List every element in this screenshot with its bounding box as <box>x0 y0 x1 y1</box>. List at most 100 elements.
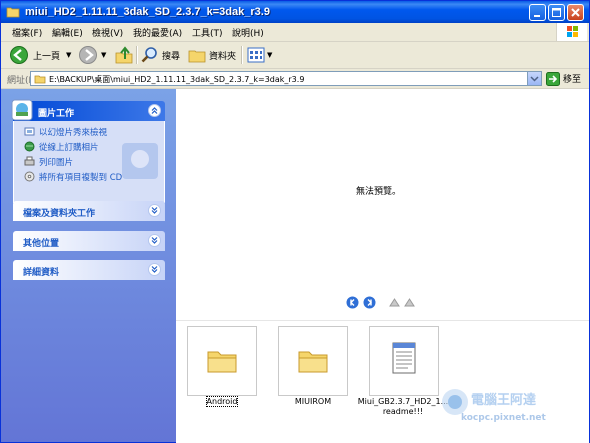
menu-view[interactable]: 檢視(V) <box>92 26 123 39</box>
cd-icon <box>24 171 35 182</box>
go-arrow-icon <box>546 71 560 86</box>
slideshow-label: 以幻燈片秀來檢視 <box>39 127 108 138</box>
details-header[interactable]: 詳細資料 <box>13 260 165 280</box>
address-dropdown-button[interactable] <box>527 72 541 85</box>
folder-icon <box>6 7 20 18</box>
watermark-line2: kocpc.pixnet.net <box>461 413 547 423</box>
file-label[interactable]: MIUIROM <box>278 397 348 407</box>
watermark-logo-graphic: 電腦王阿達 kocpc.pixnet.net <box>442 389 547 423</box>
expand-button[interactable] <box>148 204 161 217</box>
file-thumbnail[interactable] <box>278 326 348 396</box>
search-button[interactable]: 搜尋 <box>140 45 180 65</box>
file-name: MIUIROM <box>294 397 332 406</box>
chevron-down-icon <box>530 76 539 82</box>
menu-edit[interactable]: 編輯(E) <box>52 26 83 39</box>
go-label: 移至 <box>563 75 582 85</box>
forward-button[interactable]: ▼ <box>78 45 106 65</box>
chevron-down-icon <box>151 207 158 214</box>
order-prints-label: 從線上訂購相片 <box>39 142 99 153</box>
preview-controls <box>346 295 416 309</box>
views-button[interactable]: ▼ <box>246 45 272 65</box>
maximize-button[interactable] <box>548 4 565 21</box>
task-pane: 圖片工作 以幻燈片秀來檢視 從線上訂購相片 列印圖片 將所有項目複製到 CD 檔… <box>1 89 176 442</box>
expand-button[interactable] <box>148 263 161 276</box>
rotate-clockwise-icon[interactable] <box>388 296 401 309</box>
notepad-icon <box>392 342 416 374</box>
minimize-button[interactable] <box>529 4 546 21</box>
title-bar[interactable]: miui_HD2_1.11.11_3dak_SD_2.3.7_k=3dak_r3… <box>1 1 589 23</box>
slideshow-icon <box>24 127 35 136</box>
explorer-window: miui_HD2_1.11.11_3dak_SD_2.3.7_k=3dak_r3… <box>0 0 590 443</box>
chevron-down-icon <box>151 237 158 244</box>
other-places-header[interactable]: 其他位置 <box>13 231 165 251</box>
folders-icon <box>188 50 206 63</box>
globe-icon <box>24 141 35 152</box>
up-folder-icon <box>115 46 133 64</box>
other-places-title: 其他位置 <box>23 239 60 249</box>
folder-icon <box>207 351 237 373</box>
toolbar-separator <box>241 46 243 64</box>
back-button[interactable]: 上一頁 ▼ <box>9 45 71 65</box>
window-frame: miui_HD2_1.11.11_3dak_SD_2.3.7_k=3dak_r3… <box>0 0 590 443</box>
views-icon <box>247 47 265 63</box>
print-pictures-link[interactable]: 列印圖片 <box>24 155 73 168</box>
address-value: E:\BACKUP\桌面\miui_HD2_1.11.11_3dak_SD_2.… <box>49 75 305 84</box>
menu-file[interactable]: 檔案(F) <box>12 26 42 39</box>
filmstrip-preview: 無法預覽。 <box>176 89 589 319</box>
up-folder-button[interactable] <box>114 45 134 65</box>
watermark-picture-icon <box>122 143 158 179</box>
address-input[interactable]: E:\BACKUP\桌面\miui_HD2_1.11.11_3dak_SD_2.… <box>30 71 542 86</box>
picture-tasks-header[interactable]: 圖片工作 <box>11 99 165 121</box>
file-name-line2: readme!!! <box>382 407 424 416</box>
file-thumbnail[interactable] <box>187 326 257 396</box>
no-preview-message: 無法預覽。 <box>356 187 402 197</box>
filmstrip: Android MIUIROM Miui_GB2.3.7_HD2_1... re… <box>176 320 589 443</box>
expand-button[interactable] <box>148 234 161 247</box>
menu-tools[interactable]: 工具(T) <box>192 26 223 39</box>
rotate-counterclockwise-icon[interactable] <box>403 296 416 309</box>
picture-tasks-icon <box>11 99 33 121</box>
menu-favorites[interactable]: 我的最愛(A) <box>133 26 182 39</box>
windows-logo <box>556 23 587 41</box>
printer-icon <box>24 156 35 166</box>
previous-image-button[interactable] <box>346 296 359 309</box>
collapse-button[interactable] <box>148 104 161 117</box>
print-pictures-label: 列印圖片 <box>39 157 74 168</box>
file-label[interactable]: Android <box>187 396 257 407</box>
slideshow-link[interactable]: 以幻燈片秀來檢視 <box>24 125 107 138</box>
file-name: Android <box>205 396 239 407</box>
copy-to-cd-link[interactable]: 將所有項目複製到 CD <box>24 170 122 183</box>
minimize-icon <box>534 15 540 17</box>
forward-dropdown-icon[interactable]: ▼ <box>101 51 106 59</box>
watermark-logo: 電腦王阿達 kocpc.pixnet.net <box>439 380 569 433</box>
folders-label: 資料夾 <box>209 51 237 62</box>
copy-to-cd-label: 將所有項目複製到 CD <box>39 172 123 183</box>
next-image-button[interactable] <box>363 296 376 309</box>
back-label: 上一頁 <box>33 51 61 62</box>
file-label[interactable]: Miui_GB2.3.7_HD2_1... readme!!! <box>357 397 449 417</box>
windows-flag-icon <box>567 26 578 37</box>
go-button[interactable]: 移至 <box>546 71 581 86</box>
file-name: Miui_GB2.3.7_HD2_1... <box>357 397 449 406</box>
picture-tasks-title: 圖片工作 <box>38 109 75 119</box>
file-thumbnail[interactable] <box>369 326 439 396</box>
menu-help[interactable]: 說明(H) <box>232 26 264 39</box>
order-prints-link[interactable]: 從線上訂購相片 <box>24 140 99 153</box>
back-dropdown-icon[interactable]: ▼ <box>66 51 71 59</box>
views-dropdown-icon: ▼ <box>267 51 273 59</box>
menu-bar: 檔案(F) 編輯(E) 檢視(V) 我的最愛(A) 工具(T) 說明(H) <box>1 23 589 42</box>
standard-toolbar: 上一頁 ▼ ▼ 搜尋 資料夾 ▼ <box>1 42 589 69</box>
folder-icon <box>34 75 46 84</box>
forward-arrow-icon <box>79 46 97 64</box>
file-folder-tasks-header[interactable]: 檔案及資料夾工作 <box>13 201 165 221</box>
folders-button[interactable]: 資料夾 <box>187 45 236 65</box>
close-icon <box>571 8 580 17</box>
chevron-up-icon <box>151 107 158 114</box>
watermark-line1: 電腦王阿達 <box>471 392 536 408</box>
details-title: 詳細資料 <box>23 268 60 278</box>
maximize-icon <box>552 8 561 17</box>
search-icon <box>141 47 157 63</box>
close-button[interactable] <box>567 4 584 21</box>
toolbar-separator <box>136 46 138 64</box>
folder-icon <box>298 351 328 373</box>
